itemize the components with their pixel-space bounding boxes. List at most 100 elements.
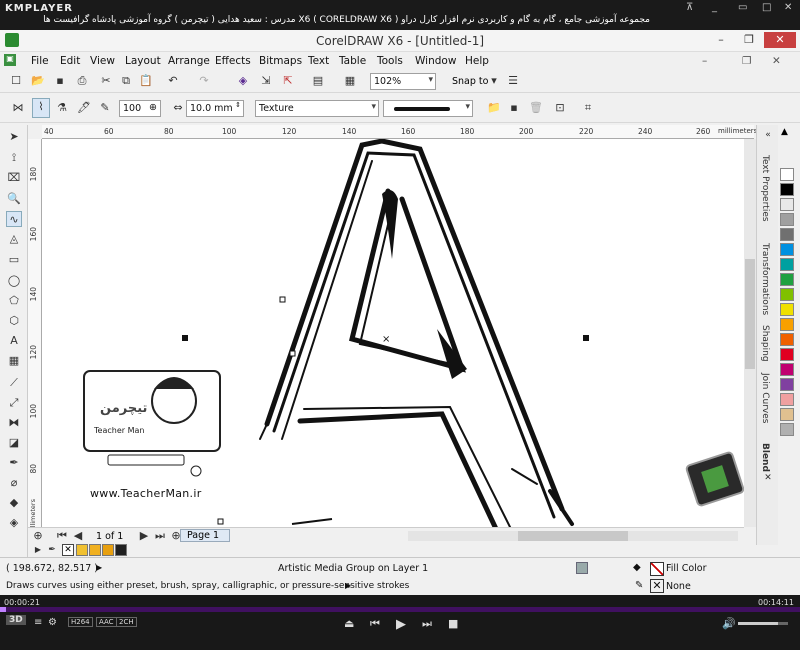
zoom-tool-icon[interactable]: 🔍	[6, 191, 22, 207]
stroke-width-field[interactable]: 10.0 mm ⇕	[186, 100, 244, 117]
scale-stroke-icon[interactable]: ⊡	[552, 100, 568, 116]
node-handle[interactable]	[217, 518, 224, 525]
menu-arrange[interactable]: Arrange	[168, 55, 210, 67]
copy-icon[interactable]: ⧉	[118, 73, 134, 89]
brush-stroke-select[interactable]	[383, 100, 473, 117]
menu-layout[interactable]: Layout	[125, 55, 161, 67]
options-icon[interactable]: ☰	[505, 73, 521, 89]
fill-tool-icon[interactable]: ◆	[6, 495, 22, 511]
ellipse-tool-icon[interactable]: ◯	[6, 273, 22, 289]
shape-tool-icon[interactable]: ⟟	[6, 150, 22, 166]
snap-dropdown-icon[interactable]: ▾	[486, 73, 502, 89]
blend-tool-icon[interactable]: ⧓	[6, 415, 22, 431]
center-marker[interactable]: ×	[382, 334, 390, 345]
docker-tab-blend[interactable]: Blend	[760, 443, 770, 472]
transparency-tool-icon[interactable]: ◪	[6, 435, 22, 451]
selection-handle[interactable]	[182, 335, 188, 341]
brush-letter-a[interactable]: ×	[42, 139, 754, 527]
docker-tab-join-curves[interactable]: Join Curves	[760, 373, 770, 423]
menu-view[interactable]: View	[90, 55, 115, 67]
document-palette-swatch[interactable]	[115, 544, 127, 556]
menu-window[interactable]: Window	[415, 55, 456, 67]
menu-icon[interactable]: ≡	[34, 617, 42, 628]
docpal-eyedropper-icon[interactable]: ✒	[44, 542, 60, 558]
next-page-icon[interactable]: ▶	[136, 528, 152, 544]
palette-swatch[interactable]	[780, 363, 794, 376]
zoom-select[interactable]: 102%	[370, 73, 436, 90]
palette-swatch[interactable]	[780, 183, 794, 196]
node-handle[interactable]	[289, 350, 296, 357]
preset-tool-icon[interactable]: ⋈	[10, 100, 26, 116]
hint-arrow-icon[interactable]: ▶	[345, 581, 351, 590]
menu-help[interactable]: Help	[465, 55, 489, 67]
menu-file[interactable]: File	[31, 55, 49, 67]
player-close-icon[interactable]: ✕	[784, 2, 792, 13]
drawing-canvas[interactable]: × تیچرمن Teacher Man www.TeacherMan.ir	[42, 139, 754, 527]
minimize-button[interactable]: –	[708, 32, 734, 48]
save-icon[interactable]: ▪	[52, 73, 68, 89]
menu-table[interactable]: Table	[339, 55, 366, 67]
print-icon[interactable]: ⎙	[74, 73, 90, 89]
settings-icon[interactable]: ⚙	[48, 617, 57, 628]
application-launcher-icon[interactable]: ▦	[342, 73, 358, 89]
palette-swatch[interactable]	[780, 378, 794, 391]
pick-tool-icon[interactable]: ➤	[6, 129, 22, 145]
paste-icon[interactable]: 📋	[138, 73, 154, 89]
search-content-icon[interactable]: ◈	[235, 73, 251, 89]
previous-icon[interactable]: ⏮	[370, 617, 380, 631]
volume-icon[interactable]: 🔊	[722, 617, 736, 630]
smoothing-field[interactable]: 100 ⊕	[119, 100, 161, 117]
pin-icon[interactable]: ⊼	[686, 2, 693, 13]
palette-swatch[interactable]	[780, 168, 794, 181]
player-minimize-icon[interactable]: _	[712, 2, 717, 13]
undo-icon[interactable]: ↶	[165, 73, 181, 89]
palette-swatch[interactable]	[780, 408, 794, 421]
play-icon[interactable]: ▶	[396, 617, 406, 632]
curve-tool-icon[interactable]: ∿	[6, 211, 22, 227]
palette-swatch[interactable]	[780, 303, 794, 316]
docker-close-icon[interactable]: ✕	[760, 470, 776, 486]
docker-tab-transformations[interactable]: Transformations	[760, 243, 770, 315]
no-color-swatch[interactable]: ✕	[62, 544, 74, 556]
palette-swatch[interactable]	[780, 228, 794, 241]
docker-tab-shaping[interactable]: Shaping	[760, 325, 770, 362]
publish-pdf-icon[interactable]: ▤	[310, 73, 326, 89]
palette-swatch[interactable]	[780, 423, 794, 436]
palette-swatch[interactable]	[780, 213, 794, 226]
vertical-scrollbar[interactable]	[744, 139, 756, 527]
menu-text[interactable]: Text	[308, 55, 329, 67]
palette-swatch[interactable]	[780, 198, 794, 211]
player-maximize-icon[interactable]: □	[762, 2, 771, 13]
calligraphic-tool-icon[interactable]: 🖊	[76, 100, 92, 116]
close-button[interactable]: ✕	[764, 32, 796, 48]
doc-icon[interactable]: ▣	[4, 54, 16, 66]
stop-icon[interactable]: ■	[448, 617, 458, 630]
palette-swatch[interactable]	[780, 318, 794, 331]
menu-tools[interactable]: Tools	[377, 55, 403, 67]
volume-slider[interactable]	[738, 622, 788, 625]
eyedropper-tool-icon[interactable]: ✒	[6, 455, 22, 471]
rectangle-tool-icon[interactable]: ▭	[6, 252, 22, 268]
restore-button[interactable]: ❐	[736, 32, 762, 48]
outline-none-swatch[interactable]: ✕	[650, 579, 664, 593]
menu-bitmaps[interactable]: Bitmaps	[259, 55, 302, 67]
cut-icon[interactable]: ✂	[98, 73, 114, 89]
connector-tool-icon[interactable]: ⤢	[6, 395, 22, 411]
menu-close-icon[interactable]: ✕	[772, 55, 781, 67]
selection-handle[interactable]	[583, 335, 589, 341]
palette-scroll-up-icon[interactable]: ▲	[781, 127, 788, 137]
polygon-tool-icon[interactable]: ⬠	[6, 293, 22, 309]
import-icon[interactable]: ⇲	[258, 73, 274, 89]
prev-page-icon[interactable]: ◀	[70, 528, 86, 544]
document-palette-swatch[interactable]	[89, 544, 101, 556]
docker-tab-text-properties[interactable]: Text Properties	[760, 155, 770, 222]
export-icon[interactable]: ⇱	[280, 73, 296, 89]
menu-edit[interactable]: Edit	[60, 55, 80, 67]
text-tool-icon[interactable]: A	[6, 333, 22, 349]
last-page-icon[interactable]: ⏭	[152, 528, 168, 544]
redo-icon[interactable]: ↷	[196, 73, 212, 89]
brush-category-select[interactable]: Texture	[255, 100, 379, 117]
player-restore-icon[interactable]: ▭	[738, 2, 747, 13]
document-palette-swatch[interactable]	[102, 544, 114, 556]
page-tab[interactable]: Page 1	[180, 529, 230, 542]
